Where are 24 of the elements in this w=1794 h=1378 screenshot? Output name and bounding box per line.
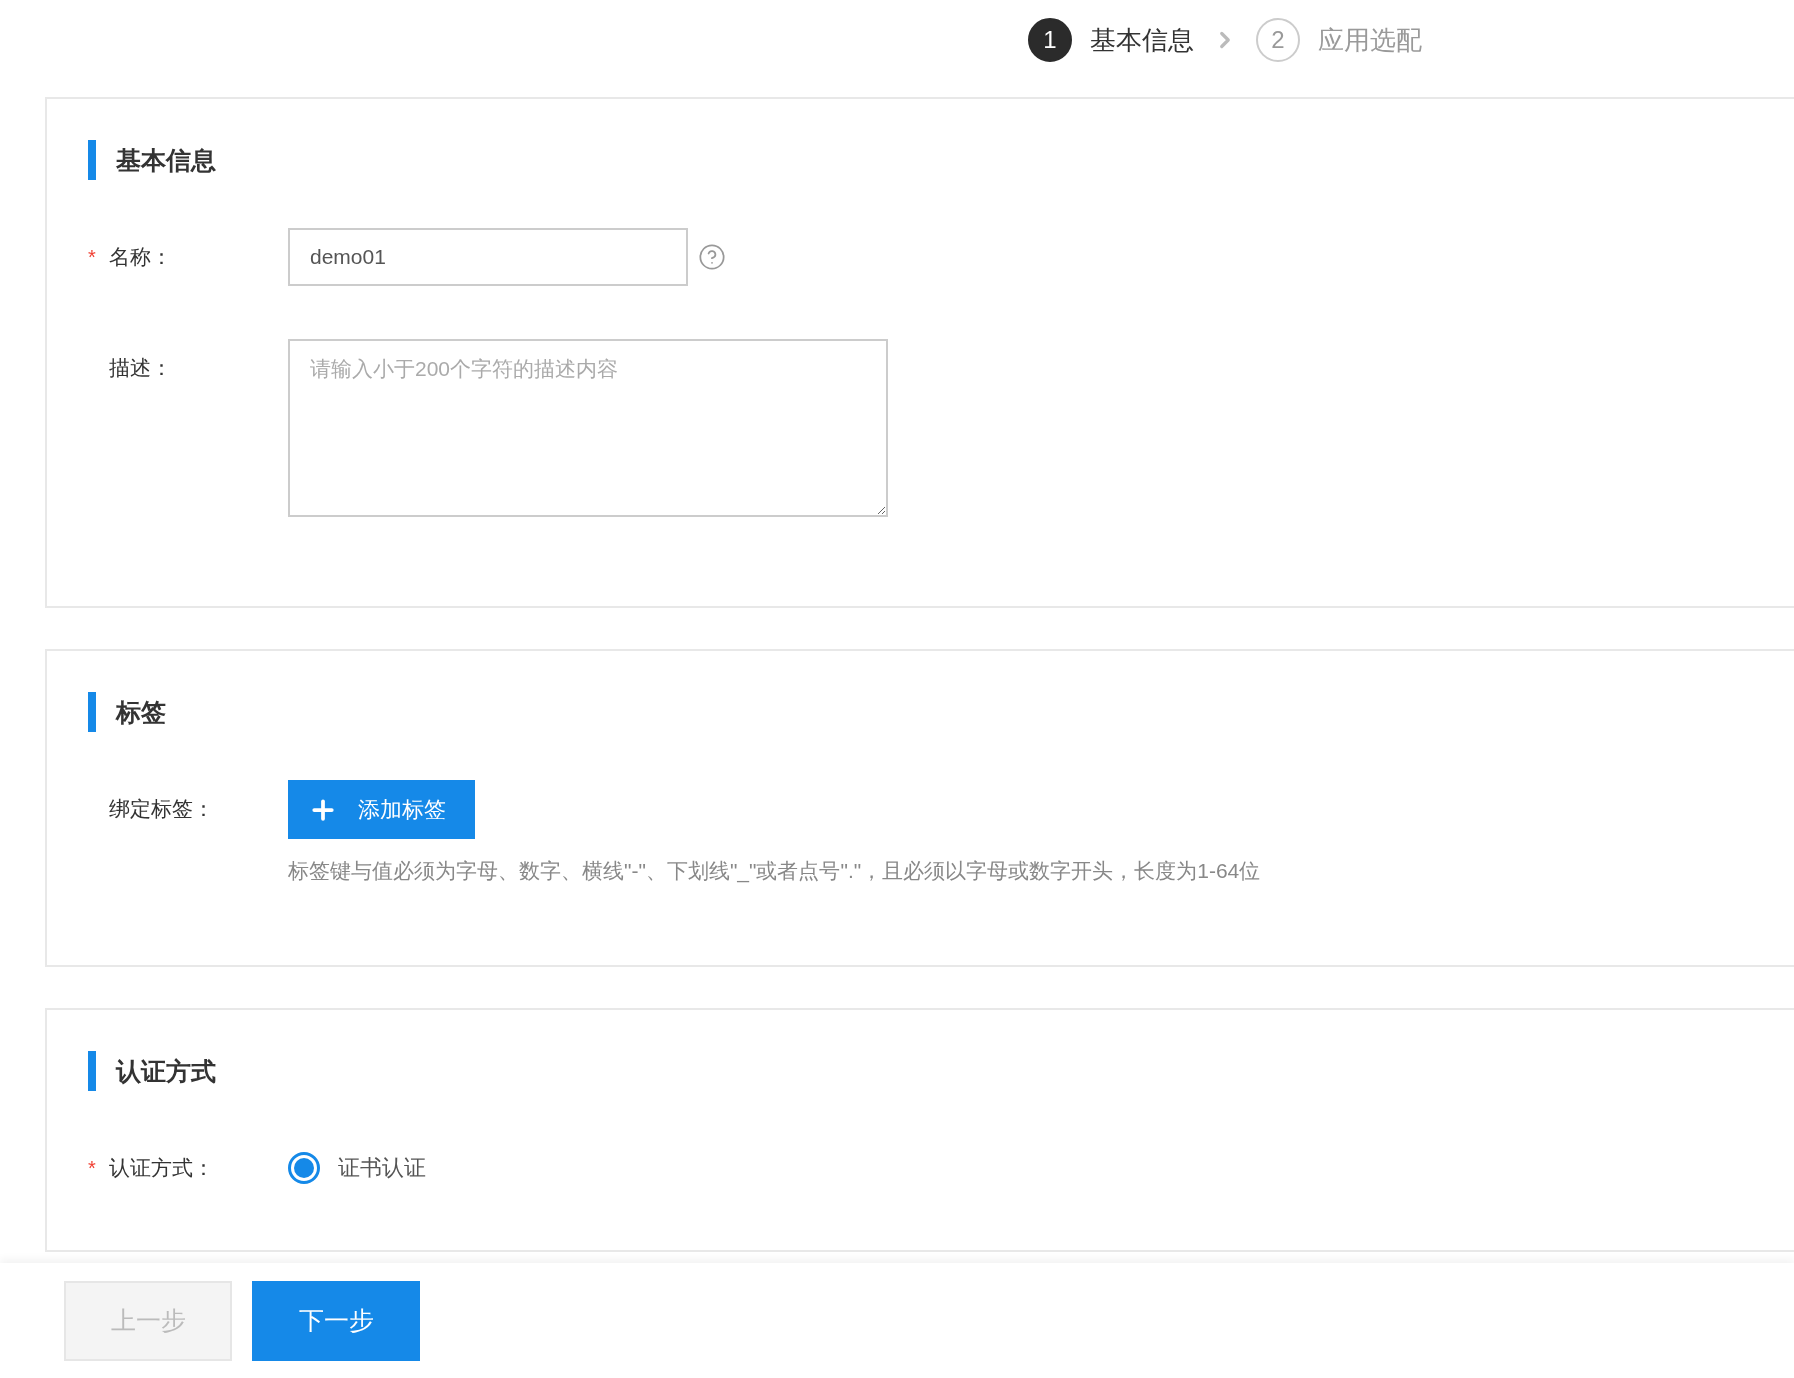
description-textarea[interactable]: 请输入小于200个字符的描述内容 [288, 339, 888, 517]
step-label: 应用选配 [1318, 23, 1422, 57]
section-title: 基本信息 [116, 144, 216, 176]
name-input[interactable]: demo01 [288, 228, 688, 286]
field-label: 名称： [109, 244, 172, 270]
radio-button[interactable] [288, 1152, 320, 1184]
title-accent-bar [88, 692, 96, 732]
field-label: 绑定标签： [109, 796, 214, 822]
help-icon[interactable] [698, 243, 726, 271]
hint-text: 标签键与值必须为字母、数字、横线"-"、下划线"_"或者点号"."，且必须以字母或数字开头，长度为1-64位 [288, 858, 1261, 885]
section-title: 认证方式 [116, 1055, 216, 1087]
title-accent-bar [88, 1051, 96, 1091]
next-button[interactable]: 下一步 [252, 1280, 420, 1361]
required-mark: * [88, 1156, 97, 1180]
step-number: 2 [1256, 18, 1300, 62]
title-accent-bar [88, 140, 96, 180]
required-mark: * [88, 245, 97, 269]
field-label: 认证方式： [109, 1155, 214, 1181]
section-title: 标签 [116, 696, 166, 728]
add-tag-button[interactable]: 添加标签 [288, 780, 475, 839]
step-number: 1 [1028, 18, 1072, 62]
radio-label: 证书认证 [338, 1154, 426, 1182]
step-label: 基本信息 [1090, 23, 1194, 57]
field-label: 描述： [109, 355, 172, 381]
